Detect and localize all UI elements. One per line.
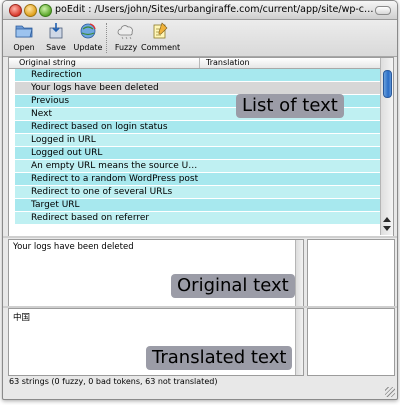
- toolbar: Open Save Update Fuzzy Comment: [3, 20, 397, 57]
- open-button[interactable]: Open: [7, 22, 41, 55]
- list-row[interactable]: Logged out URL: [15, 147, 380, 160]
- close-window-button[interactable]: [9, 4, 22, 17]
- save-button[interactable]: Save: [39, 22, 73, 55]
- update-button[interactable]: Update: [71, 22, 105, 55]
- row-original-string: Logged in URL: [31, 135, 96, 145]
- column-original[interactable]: Original string: [15, 58, 200, 68]
- translated-pane-scrollbar[interactable]: [295, 309, 303, 375]
- window-title: poEdit : /Users/john/Sites/urbangiraffe.…: [55, 4, 375, 15]
- comment-label: Comment: [141, 43, 181, 52]
- update-globe-icon: [80, 23, 96, 39]
- string-list[interactable]: Original string Translation Redirection Y…: [8, 57, 394, 237]
- row-original-string: Redirect based on login status: [31, 122, 168, 132]
- row-original-string: Next: [31, 109, 52, 119]
- fuzzy-button[interactable]: Fuzzy: [109, 22, 143, 55]
- list-callout: List of text: [236, 94, 344, 118]
- scroll-thumb[interactable]: [383, 70, 392, 98]
- original-pane-scrollbar[interactable]: [295, 240, 303, 306]
- row-original-string: Previous: [31, 96, 70, 106]
- list-row[interactable]: Target URL: [15, 199, 380, 212]
- list-row[interactable]: Redirect based on login status: [15, 121, 380, 134]
- splitter[interactable]: [3, 236, 397, 238]
- translated-text[interactable]: 中国: [13, 311, 30, 323]
- list-row[interactable]: Redirection: [15, 69, 380, 82]
- list-row[interactable]: Logged in URL: [15, 134, 380, 147]
- scroll-down-arrow[interactable]: [383, 226, 391, 231]
- row-original-string: Your logs have been deleted: [31, 83, 159, 93]
- folder-open-icon: [15, 25, 33, 38]
- open-label: Open: [13, 43, 35, 52]
- app-window: poEdit : /Users/john/Sites/urbangiraffe.…: [2, 0, 398, 400]
- notes-pane: [307, 308, 395, 376]
- original-text: Your logs have been deleted: [13, 242, 134, 252]
- list-header: Original string Translation: [9, 58, 380, 69]
- zoom-window-button[interactable]: [39, 4, 52, 17]
- fuzzy-label: Fuzzy: [114, 43, 138, 52]
- resize-grip[interactable]: [385, 387, 395, 397]
- original-callout: Original text: [171, 274, 295, 298]
- row-original-string: An empty URL means the source URL is ...: [31, 161, 201, 171]
- comment-notepad-icon: [153, 22, 168, 39]
- translated-callout: Translated text: [146, 346, 293, 370]
- row-original-string: Redirect to a random WordPress post: [31, 174, 199, 184]
- status-bar: 63 strings (0 fuzzy, 0 bad tokens, 63 no…: [9, 377, 218, 386]
- scroll-up-arrow[interactable]: [383, 217, 391, 222]
- toolbar-toggle-button[interactable]: [375, 6, 391, 15]
- row-original-string: Logged out URL: [31, 148, 103, 158]
- minimize-window-button[interactable]: [24, 4, 37, 17]
- list-scrollbar[interactable]: [380, 58, 393, 235]
- row-original-string: Target URL: [31, 200, 80, 210]
- row-original-string: Redirection: [31, 70, 82, 80]
- comment-button[interactable]: Comment: [141, 22, 181, 55]
- column-translation[interactable]: Translation: [202, 58, 250, 68]
- fuzzy-cloud-icon: [117, 25, 133, 40]
- row-original-string: Redirect to one of several URLs: [31, 187, 173, 197]
- title-bar[interactable]: poEdit : /Users/john/Sites/urbangiraffe.…: [3, 1, 397, 20]
- save-label: Save: [46, 43, 66, 52]
- save-icon: [49, 23, 63, 39]
- list-row[interactable]: Redirect to a random WordPress post: [15, 173, 380, 186]
- list-row[interactable]: Redirect to one of several URLs: [15, 186, 380, 199]
- list-row[interactable]: An empty URL means the source URL is ...: [15, 160, 380, 173]
- row-original-string: Redirect based on referrer: [31, 213, 150, 223]
- update-label: Update: [73, 43, 103, 52]
- toolbar-separator: [106, 23, 107, 53]
- comment-pane: [307, 239, 395, 307]
- list-row[interactable]: Redirect based on referrer: [15, 212, 380, 225]
